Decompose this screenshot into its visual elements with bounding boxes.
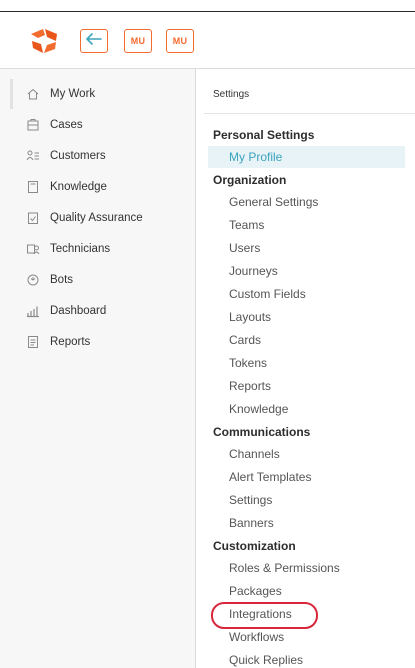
- panel-title: Settings: [213, 89, 250, 100]
- app-header: MU MU: [0, 12, 415, 69]
- arrow-left-icon: [86, 32, 102, 50]
- sidebar-item-reports[interactable]: Reports: [26, 332, 90, 352]
- sidebar-item-label: Technicians: [50, 243, 111, 255]
- section-heading-personal-settings: Personal Settings: [213, 128, 315, 142]
- report-icon: [26, 335, 40, 349]
- settings-item-workflows[interactable]: Workflows: [229, 630, 284, 644]
- settings-item-reports[interactable]: Reports: [229, 379, 271, 393]
- section-heading-organization: Organization: [213, 173, 287, 187]
- bot-icon: [26, 273, 40, 287]
- home-icon: [26, 87, 40, 101]
- settings-panel: Settings Personal Settings My Profile Or…: [196, 69, 415, 668]
- sidebar-item-customers[interactable]: Customers: [26, 146, 106, 166]
- technicians-icon: [26, 242, 40, 256]
- user-avatar-badge[interactable]: MU: [124, 29, 152, 53]
- sidebar-item-label: Reports: [50, 336, 91, 348]
- sidebar-item-dashboard[interactable]: Dashboard: [26, 301, 106, 321]
- section-heading-communications: Communications: [213, 425, 311, 439]
- main-sidebar: My Work Cases Customers Knowledge Qualit…: [0, 69, 195, 668]
- settings-item-my-profile[interactable]: My Profile: [229, 150, 282, 164]
- settings-item-cards[interactable]: Cards: [229, 333, 261, 347]
- settings-item-banners[interactable]: Banners: [229, 516, 274, 530]
- book-icon: [26, 180, 40, 194]
- sidebar-item-knowledge[interactable]: Knowledge: [26, 177, 107, 197]
- sidebar-item-label: Cases: [50, 119, 83, 131]
- sidebar-item-quality-assurance[interactable]: Quality Assurance: [26, 208, 143, 228]
- settings-item-alert-templates[interactable]: Alert Templates: [229, 470, 311, 484]
- sidebar-item-cases[interactable]: Cases: [26, 115, 83, 135]
- settings-item-roles-permissions[interactable]: Roles & Permissions: [229, 561, 340, 575]
- sidebar-item-label: Quality Assurance: [50, 212, 143, 224]
- logo-icon[interactable]: [29, 28, 59, 54]
- settings-item-packages[interactable]: Packages: [229, 584, 282, 598]
- sidebar-item-bots[interactable]: Bots: [26, 270, 73, 290]
- sidebar-item-label: Bots: [50, 274, 74, 286]
- settings-item-tokens[interactable]: Tokens: [229, 356, 267, 370]
- sidebar-item-label: Customers: [50, 150, 106, 162]
- sidebar-item-label: Knowledge: [50, 181, 107, 193]
- back-button[interactable]: [80, 29, 108, 53]
- settings-item-custom-fields[interactable]: Custom Fields: [229, 287, 306, 301]
- settings-item-general-settings[interactable]: General Settings: [229, 195, 318, 209]
- settings-item-settings[interactable]: Settings: [229, 493, 272, 507]
- settings-item-users[interactable]: Users: [229, 241, 260, 255]
- active-indicator: [10, 79, 13, 109]
- settings-item-knowledge[interactable]: Knowledge: [229, 402, 288, 416]
- settings-item-journeys[interactable]: Journeys: [229, 264, 278, 278]
- bar-chart-icon: [26, 304, 40, 318]
- sidebar-item-label: Dashboard: [50, 305, 107, 317]
- customers-icon: [26, 149, 40, 163]
- user-avatar-badge-secondary[interactable]: MU: [166, 29, 194, 53]
- sidebar-item-technicians[interactable]: Technicians: [26, 239, 110, 259]
- section-heading-customization: Customization: [213, 539, 296, 553]
- sidebar-item-label: My Work: [50, 88, 96, 100]
- settings-item-quick-replies[interactable]: Quick Replies: [229, 653, 303, 667]
- settings-item-teams[interactable]: Teams: [229, 218, 264, 232]
- cases-icon: [26, 118, 40, 132]
- panel-title-divider: [204, 113, 415, 114]
- settings-item-channels[interactable]: Channels: [229, 447, 280, 461]
- sidebar-item-my-work[interactable]: My Work: [26, 84, 95, 104]
- integrations-highlight-annotation: [211, 602, 318, 629]
- clipboard-check-icon: [26, 211, 40, 225]
- settings-item-layouts[interactable]: Layouts: [229, 310, 271, 324]
